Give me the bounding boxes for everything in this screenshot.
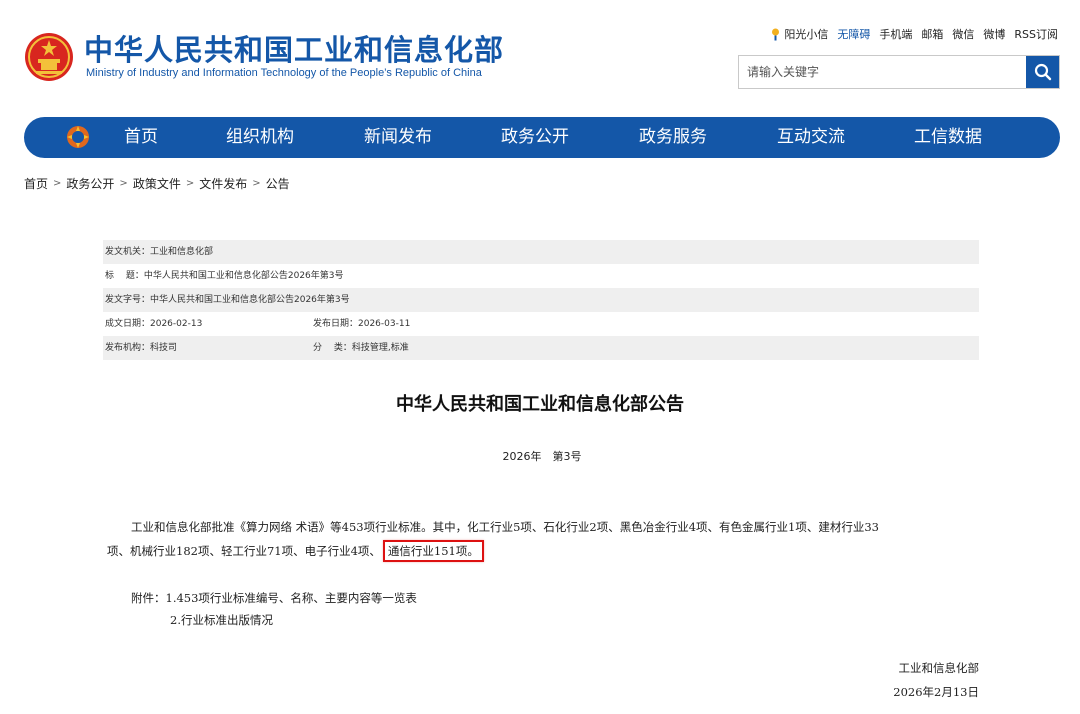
nav-item-news[interactable]: 新闻发布 [364, 117, 432, 158]
attachment-2[interactable]: 2.行业标准出版情况 [170, 612, 273, 628]
nav-item-data[interactable]: 工信数据 [914, 117, 982, 158]
sunshine-icon [772, 28, 780, 40]
article-number: 2026年 第3号 [502, 450, 582, 463]
toplink-mail[interactable]: 邮箱 [921, 26, 943, 42]
meta-row-org: 发布机构：科技司 分 类：科技管理,标准 [103, 336, 979, 360]
article-paragraph-text: 项、机械行业182项、轻工行业71项、电子行业4项、 [107, 544, 381, 558]
top-links: 阳光小信 无障碍 手机端 邮箱 微信 微博 RSS订阅 [771, 26, 1058, 42]
nav-item-government-services[interactable]: 政务服务 [639, 117, 707, 158]
attachment-1[interactable]: 附件：1.453项行业标准编号、名称、主要内容等一览表 [131, 590, 417, 606]
toplink-sunshine[interactable]: 阳光小信 [771, 26, 828, 42]
search-icon [1034, 63, 1051, 81]
search-button[interactable] [1026, 56, 1059, 88]
breadcrumb-announcement[interactable]: 公告 [266, 175, 290, 192]
signature-date: 2026年2月13日 [893, 685, 979, 699]
toplink-mobile[interactable]: 手机端 [879, 26, 912, 42]
main-nav: 首页 组织机构 新闻发布 政务公开 政务服务 互动交流 工信数据 [24, 117, 1060, 158]
document-meta-table: 发文机关：工业和信息化部 标 题：中华人民共和国工业和信息化部公告2026年第3… [103, 240, 979, 360]
highlighted-text: 通信行业151项。 [382, 540, 484, 562]
chevron-right-icon: > [53, 178, 62, 189]
nav-item-government-affairs[interactable]: 政务公开 [501, 117, 569, 158]
toplink-wechat[interactable]: 微信 [952, 26, 974, 42]
breadcrumb-document-release[interactable]: 文件发布 [199, 175, 247, 192]
meta-issuer: 发文机关：工业和信息化部 [105, 247, 214, 257]
toplink-accessibility[interactable]: 无障碍 [837, 26, 870, 42]
chevron-right-icon: > [252, 178, 261, 189]
signature-org: 工业和信息化部 [898, 661, 980, 675]
nav-item-organization[interactable]: 组织机构 [226, 117, 294, 158]
chevron-right-icon: > [119, 178, 128, 189]
meta-row-issuer: 发文机关：工业和信息化部 [103, 240, 979, 264]
meta-row-title: 标 题：中华人民共和国工业和信息化部公告2026年第3号 [103, 264, 979, 288]
search-box [738, 55, 1060, 89]
meta-written-date: 成文日期：2026-02-13 [105, 319, 203, 329]
meta-row-doc-no: 发文字号：中华人民共和国工业和信息化部公告2026年第3号 [103, 288, 979, 312]
search-input[interactable] [739, 56, 1025, 88]
meta-row-dates: 成文日期：2026-02-13 发布日期：2026-03-11 [103, 312, 979, 336]
nav-item-interaction[interactable]: 互动交流 [777, 117, 845, 158]
article-paragraph-line-1: 工业和信息化部批准《算力网络 术语》等453项行业标准。其中，化工行业5项、石化… [131, 520, 879, 534]
toplink-rss[interactable]: RSS订阅 [1014, 26, 1058, 42]
article-title: 中华人民共和国工业和信息化部公告 [396, 394, 684, 415]
breadcrumb-policy-documents[interactable]: 政策文件 [133, 175, 181, 192]
national-emblem-icon [25, 33, 73, 81]
meta-title: 标 题：中华人民共和国工业和信息化部公告2026年第3号 [105, 271, 344, 281]
article-paragraph-line-2: 项、机械行业182项、轻工行业71项、电子行业4项、 通信行业151项。 [107, 540, 484, 562]
toplink-weibo[interactable]: 微博 [983, 26, 1005, 42]
site-title[interactable]: 中华人民共和国工业和信息化部 [84, 32, 504, 68]
nav-item-home[interactable]: 首页 [124, 117, 158, 158]
meta-doc-no: 发文字号：中华人民共和国工业和信息化部公告2026年第3号 [105, 295, 350, 305]
breadcrumb: 首页 > 政务公开 > 政策文件 > 文件发布 > 公告 [24, 175, 290, 192]
ministry-logo-icon [67, 126, 89, 148]
meta-category: 分 类：科技管理,标准 [313, 343, 409, 353]
toplink-label: 阳光小信 [784, 28, 829, 41]
chevron-right-icon: > [185, 178, 195, 189]
breadcrumb-home[interactable]: 首页 [24, 175, 48, 192]
site-subtitle: Ministry of Industry and Information Tec… [86, 67, 482, 79]
breadcrumb-government-affairs[interactable]: 政务公开 [66, 175, 114, 192]
meta-org: 发布机构：科技司 [105, 343, 178, 353]
meta-publish-date: 发布日期：2026-03-11 [313, 319, 411, 329]
